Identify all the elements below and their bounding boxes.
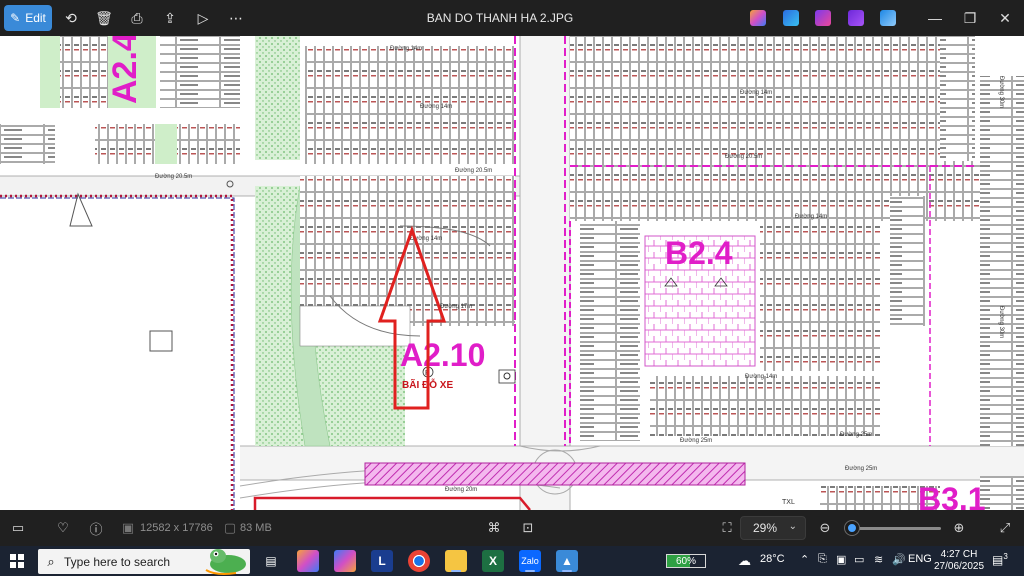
- file-icon: ▢: [223, 520, 237, 535]
- road-label: Đường 30m: [998, 76, 1004, 108]
- road-label: Đường 14m: [745, 374, 777, 380]
- clipchamp-icon[interactable]: [783, 10, 799, 26]
- photos-icon[interactable]: ▲: [556, 550, 578, 572]
- road-label: Đường 25m: [680, 438, 712, 444]
- battery-icon[interactable]: ▭: [854, 553, 864, 566]
- fullscreen-icon[interactable]: ⤢: [997, 520, 1013, 536]
- chrome-icon[interactable]: [408, 550, 430, 572]
- zoom-slider[interactable]: [846, 527, 941, 530]
- print-icon[interactable]: ⎙: [127, 8, 147, 28]
- station-label: TXL: [782, 499, 795, 506]
- lark-icon[interactable]: L: [371, 550, 393, 572]
- battery-indicator[interactable]: 60%: [666, 554, 706, 568]
- filmstrip-icon[interactable]: ▭: [10, 520, 26, 536]
- file-size: 83 MB: [240, 522, 272, 534]
- road-label: Đường 14m: [390, 46, 422, 52]
- zoom-in-icon[interactable]: ⊕: [951, 520, 967, 536]
- show-hidden-icons[interactable]: ⌃: [800, 553, 809, 566]
- info-icon[interactable]: ⓘ: [88, 520, 104, 537]
- zoom-select[interactable]: 29% ⌄: [740, 516, 806, 540]
- status-bar: ▭ ♡ ⓘ ▣ 12582 x 17786 ▢ 83 MB ⌘ ⊡ ⛶ 29% …: [0, 510, 1024, 546]
- search-placeholder: Type here to search: [64, 554, 171, 569]
- image-viewport[interactable]: Đường 14m Đường 14m Đường 20.5m Đường 20…: [0, 36, 1024, 510]
- edit-icon: ✎: [10, 11, 21, 25]
- battery-percent: 60%: [675, 555, 696, 567]
- excel-icon[interactable]: X: [482, 550, 504, 572]
- notifications-icon[interactable]: ▤3: [992, 552, 1008, 567]
- image-size-icon: ▣: [121, 520, 135, 535]
- zone-label-b3-1: B3.1: [918, 481, 986, 510]
- temperature[interactable]: 28°C: [760, 553, 785, 565]
- m365-icon[interactable]: [334, 550, 356, 572]
- road-label: Đường 20.5m: [455, 168, 492, 174]
- clock-date: 27/06/2025: [934, 561, 985, 572]
- road-label: Đường 25m: [845, 466, 877, 472]
- notification-count: 3: [1003, 552, 1008, 561]
- window-title: BAN DO THANH HA 2.JPG: [426, 11, 574, 25]
- zone-label-a2-10: A2.10: [400, 337, 485, 373]
- maximize-icon[interactable]: ❐: [960, 8, 980, 28]
- frog-illustration: [205, 549, 246, 575]
- road-label: Đường 25m: [840, 432, 872, 438]
- search-icon: ⌕: [47, 553, 55, 569]
- edit-label: Edit: [25, 11, 46, 25]
- close-icon[interactable]: ✕: [995, 8, 1015, 28]
- wifi-icon[interactable]: ≋: [874, 553, 883, 566]
- language-indicator[interactable]: ENG: [908, 553, 932, 565]
- road-label: Đường 20.5m: [725, 154, 762, 160]
- start-button[interactable]: [10, 554, 24, 568]
- chevron-down-icon: ⌄: [788, 521, 797, 532]
- zoom-value: 29%: [753, 521, 778, 535]
- slideshow-icon[interactable]: ▷: [193, 8, 213, 28]
- weather-icon[interactable]: ☁: [738, 553, 751, 569]
- designer-icon[interactable]: [815, 10, 831, 26]
- road-label: Đường 14m: [795, 214, 827, 220]
- delete-icon[interactable]: 🗑: [94, 8, 114, 28]
- clock-time: 4:27 CH: [940, 549, 978, 560]
- zone-label-a2-4: A2.4: [106, 36, 144, 104]
- favorite-icon[interactable]: ♡: [55, 520, 71, 536]
- road-label: Đường 14m: [420, 104, 452, 110]
- task-view-icon[interactable]: ▤: [260, 550, 282, 572]
- clipchamp-video-icon[interactable]: [848, 10, 864, 26]
- top-toolbar: ✎ Edit ⟲ 🗑 ⎙ ⇪ ▷ ⋯ BAN DO THANH HA 2.JPG…: [0, 0, 1024, 36]
- ocr-icon[interactable]: ⊡: [520, 520, 536, 536]
- image-dimensions: 12582 x 17786: [140, 522, 213, 534]
- copilot-icon[interactable]: [297, 550, 319, 572]
- copilot-icon[interactable]: [750, 10, 766, 26]
- more-icon[interactable]: ⋯: [226, 8, 246, 28]
- zalo-icon[interactable]: Zalo: [519, 550, 541, 572]
- zoom-out-icon[interactable]: ⊖: [817, 520, 833, 536]
- rotate-icon[interactable]: ⟲: [61, 8, 81, 28]
- fit-to-window-icon[interactable]: ⛶: [719, 520, 735, 536]
- planning-map: Đường 14m Đường 14m Đường 20.5m Đường 20…: [0, 36, 1024, 510]
- windows-taskbar: ⌕ Type here to search ▤ L X Zalo ▲ 60% ☁…: [0, 546, 1024, 576]
- file-explorer-icon[interactable]: [445, 550, 467, 572]
- volume-icon[interactable]: 🔊: [892, 553, 906, 566]
- edit-button[interactable]: ✎ Edit: [4, 5, 52, 31]
- road-label: Đường 14m: [740, 90, 772, 96]
- road-label: Đường 20m: [445, 487, 477, 493]
- photos-app-window: ✎ Edit ⟲ 🗑 ⎙ ⇪ ▷ ⋯ BAN DO THANH HA 2.JPG…: [0, 0, 1024, 546]
- zone-label-b2-4: B2.4: [665, 235, 733, 271]
- usb-icon[interactable]: ⎘: [818, 553, 827, 566]
- road-label: Đường 30m: [998, 306, 1004, 338]
- road-label: Đường 17m: [440, 304, 472, 310]
- road-label: Đường 20.5m: [155, 174, 192, 180]
- minimize-icon[interactable]: —: [925, 8, 945, 28]
- share-icon[interactable]: ⇪: [160, 8, 180, 28]
- people-icon[interactable]: ⌘: [486, 520, 502, 536]
- onedrive-icon[interactable]: [880, 10, 896, 26]
- clock[interactable]: 4:27 CH 27/06/2025: [934, 549, 984, 573]
- meet-now-icon[interactable]: ▣: [836, 553, 846, 566]
- zoom-slider-thumb[interactable]: [845, 521, 859, 535]
